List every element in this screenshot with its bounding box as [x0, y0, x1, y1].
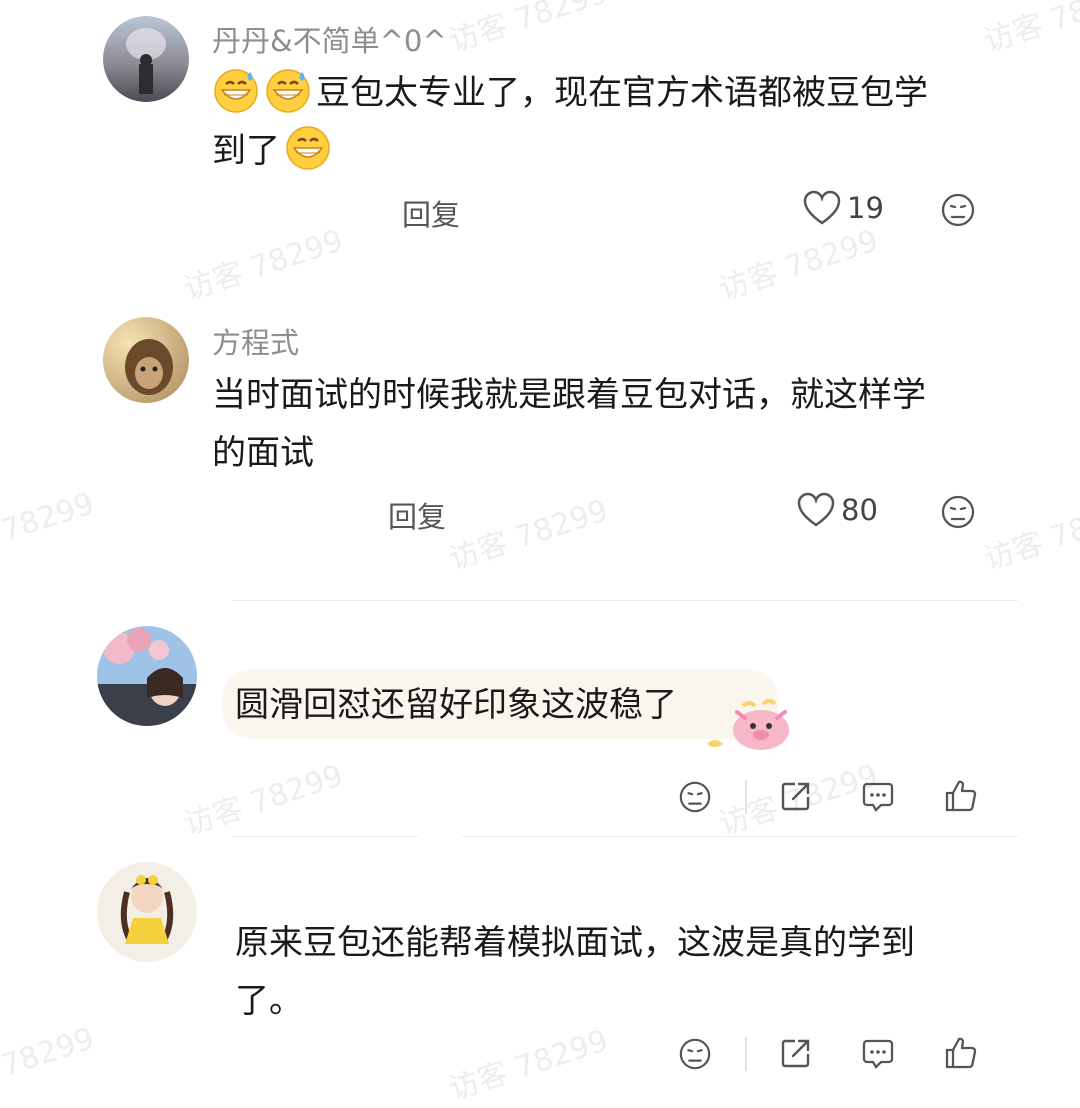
like-button[interactable]: 80 — [797, 492, 878, 528]
like-count: 80 — [841, 493, 878, 527]
heart-icon — [803, 190, 841, 225]
comment-icon[interactable] — [861, 780, 895, 814]
share-icon[interactable] — [779, 1036, 813, 1070]
comment-text: 豆包太专业了，现在官方术语都被豆包学 到了 — [212, 64, 972, 180]
avatar[interactable] — [97, 626, 197, 726]
username[interactable]: 丹丹&不简单^0^ — [212, 18, 447, 60]
username[interactable]: 方程式 — [212, 320, 299, 362]
like-count: 19 — [847, 191, 884, 225]
dislike-face-icon[interactable] — [940, 494, 976, 530]
grinning-sweat-emoji — [212, 66, 260, 114]
comment-icon[interactable] — [861, 1037, 895, 1071]
sticker-pig — [707, 699, 789, 750]
separator — [745, 780, 747, 814]
comment-text-line1: 当时面试的时候我就是跟着豆包对话，就这样学 — [212, 375, 926, 415]
separator — [745, 1037, 747, 1071]
reply-button[interactable]: 回复 — [388, 494, 446, 536]
watermark: 访客 78299 — [444, 493, 613, 578]
watermark: 78299 — [0, 486, 99, 549]
share-icon[interactable] — [779, 779, 813, 813]
watermark: 访客 78299 — [979, 493, 1080, 578]
reply-button[interactable]: 回复 — [402, 192, 460, 234]
comment-text-line1: 原来豆包还能帮着模拟面试，这波是真的学到 — [235, 923, 915, 963]
grinning-sweat-emoji — [264, 66, 312, 114]
grin-emoji — [284, 124, 332, 172]
avatar[interactable] — [103, 16, 189, 102]
comment-text-line1: 豆包太专业了，现在官方术语都被豆包学 — [316, 73, 928, 113]
like-button[interactable]: 19 — [803, 190, 884, 226]
comment-text-line2: 到了 — [212, 131, 280, 171]
comment-text-line2: 了。 — [235, 981, 303, 1021]
dislike-face-icon[interactable] — [678, 780, 712, 814]
avatar[interactable] — [97, 862, 197, 962]
divider — [462, 836, 1018, 837]
watermark: 访客 78299 — [179, 223, 348, 308]
watermark: 访客 78299 — [714, 223, 883, 308]
dislike-face-icon[interactable] — [940, 192, 976, 228]
comment-text: 当时面试的时候我就是跟着豆包对话，就这样学 的面试 — [212, 366, 992, 482]
thumbs-up-icon[interactable] — [944, 1036, 978, 1070]
comment-text: 原来豆包还能帮着模拟面试，这波是真的学到 了。 — [235, 914, 1015, 1030]
dislike-face-icon[interactable] — [678, 1037, 712, 1071]
watermark: 访客 78299 — [979, 0, 1080, 60]
avatar[interactable] — [103, 317, 189, 403]
comment-text-line2: 的面试 — [212, 433, 314, 473]
comment-text: 圆滑回怼还留好印象这波稳了 — [235, 685, 677, 725]
thumbs-up-icon[interactable] — [944, 779, 978, 813]
heart-icon — [797, 492, 835, 527]
watermark: 访客 78299 — [179, 758, 348, 843]
watermark: 78299 — [0, 1021, 99, 1084]
watermark: 访客 78299 — [444, 0, 613, 60]
divider — [232, 836, 418, 837]
divider — [232, 600, 1018, 601]
